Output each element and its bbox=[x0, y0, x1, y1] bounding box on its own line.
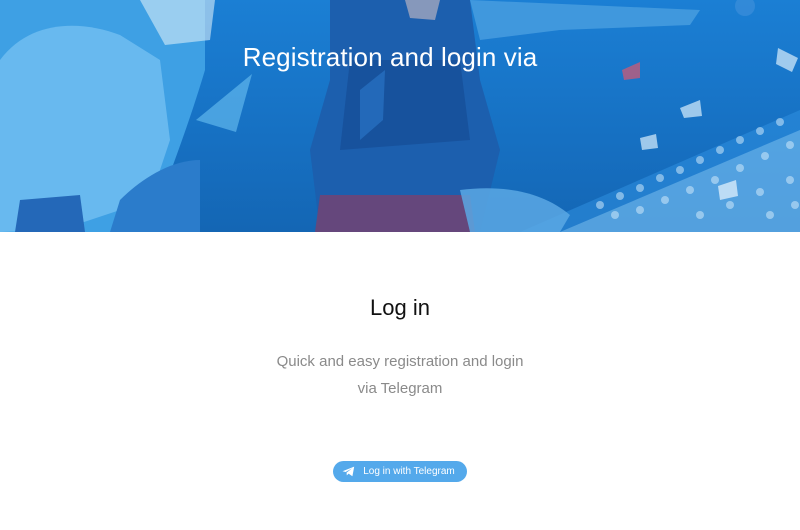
login-title: Log in bbox=[370, 295, 430, 320]
telegram-login-button[interactable]: Log in with Telegram bbox=[333, 461, 467, 482]
telegram-plane-icon bbox=[342, 466, 355, 477]
login-description-line1: Quick and easy registration and login bbox=[276, 353, 524, 370]
hero-title: Registration and login via bbox=[242, 42, 538, 72]
login-description-line2: via Telegram bbox=[357, 380, 443, 397]
login-panel: Log in Quick and easy registration and l… bbox=[0, 294, 800, 482]
telegram-login-button-label: Log in with Telegram bbox=[363, 466, 455, 477]
hero-illustration bbox=[0, 0, 800, 232]
hero-banner: Registration and login via bbox=[0, 0, 800, 232]
login-description: Quick and easy registration and login vi… bbox=[250, 348, 550, 402]
